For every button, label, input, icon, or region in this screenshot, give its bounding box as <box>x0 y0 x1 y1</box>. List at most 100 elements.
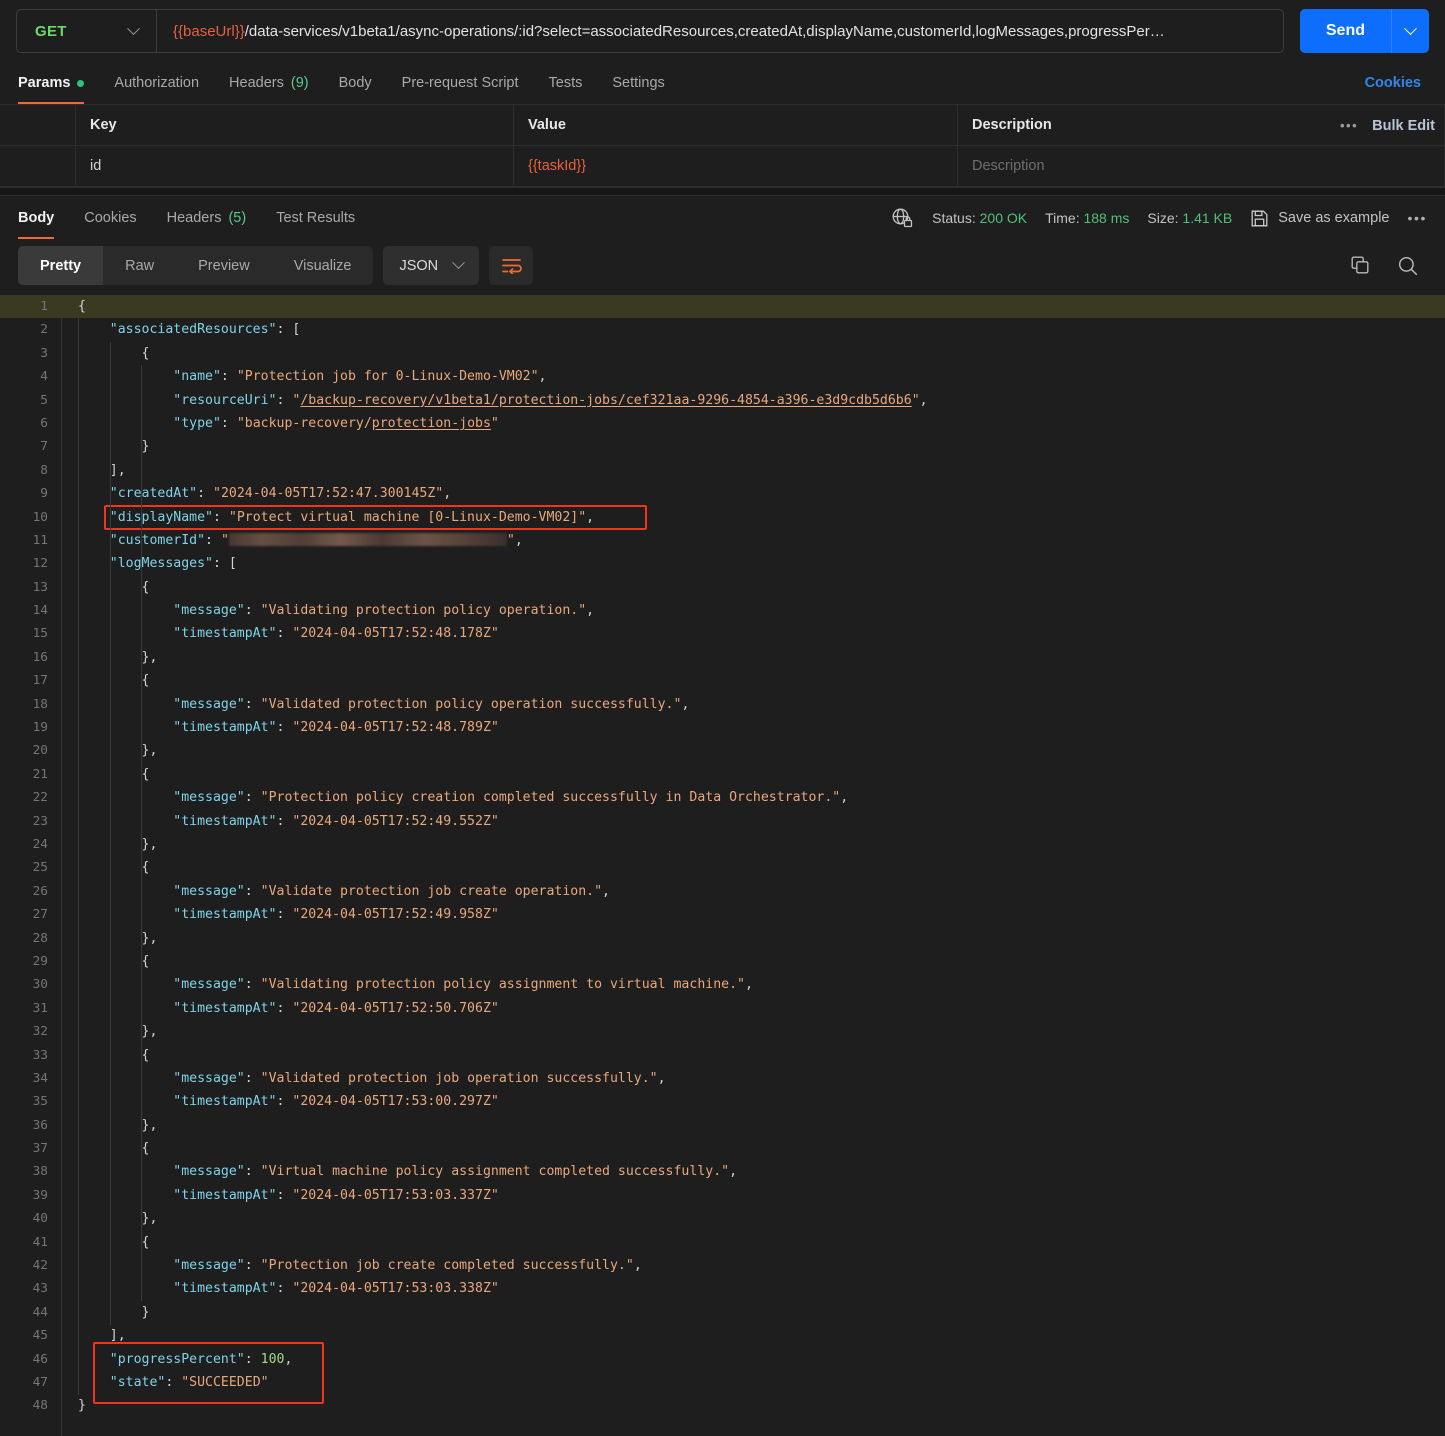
code-line: 37 { <box>0 1137 1445 1160</box>
code-token: "progressPercent" <box>109 1351 245 1367</box>
code-token: "associatedResources" <box>109 322 277 338</box>
search-icon[interactable] <box>1397 255 1419 277</box>
code-line: 32 }, <box>0 1020 1445 1043</box>
response-tab-headers[interactable]: Headers (5) <box>167 197 247 239</box>
code-line: 31 "timestampAt": "2024-04-05T17:52:50.7… <box>0 997 1445 1020</box>
code-token: "2024-04-05T17:52:49.958Z" <box>292 907 499 923</box>
view-mode-visualize[interactable]: Visualize <box>272 246 374 285</box>
code-token: : <box>220 369 237 385</box>
http-method-label: GET <box>35 22 67 40</box>
tab-authorization[interactable]: Authorization <box>114 62 199 104</box>
code-token: , <box>919 392 928 408</box>
more-options-icon[interactable]: ••• <box>1340 118 1358 133</box>
line-number: 41 <box>32 1234 48 1250</box>
line-number: 3 <box>40 345 48 361</box>
line-number: 45 <box>32 1328 48 1344</box>
tab-body[interactable]: Body <box>339 62 372 104</box>
chevron-down-icon <box>127 21 140 35</box>
code-token: "state" <box>109 1374 166 1390</box>
response-tab-body[interactable]: Body <box>18 197 55 239</box>
code-line-content: "timestampAt": "2024-04-05T17:52:50.706Z… <box>61 997 499 1020</box>
code-token: "SUCCEEDED" <box>181 1374 269 1390</box>
view-mode-preview[interactable]: Preview <box>176 246 272 285</box>
param-value-input[interactable]: {{taskId}} <box>514 146 958 186</box>
code-token: { <box>141 579 150 595</box>
response-format-select[interactable]: JSON <box>383 246 480 285</box>
code-line-content: { <box>61 669 150 692</box>
code-line-content: } <box>61 435 150 458</box>
view-mode-raw[interactable]: Raw <box>103 246 176 285</box>
line-number: 1 <box>40 299 48 314</box>
tab-headers-label: Headers <box>229 75 284 91</box>
response-tab-cookies[interactable]: Cookies <box>84 197 136 239</box>
response-tab-bar: Body Cookies Headers (5) Test Results St… <box>0 196 1445 240</box>
code-token: "Validated protection policy operation s… <box>260 696 682 712</box>
code-token: : <box>276 813 293 829</box>
code-token: ], <box>109 462 126 478</box>
code-token: : <box>165 1374 182 1390</box>
code-token: : <box>276 1281 293 1297</box>
redacted-value <box>228 532 507 546</box>
view-mode-pretty[interactable]: Pretty <box>18 246 104 285</box>
cookies-link[interactable]: Cookies <box>1365 75 1427 91</box>
code-token: : <box>244 977 261 993</box>
code-token: : <box>244 1351 261 1367</box>
select-all-checkbox-cell[interactable] <box>0 105 76 145</box>
send-options-button[interactable] <box>1391 9 1429 53</box>
response-body-editor[interactable]: 1{2 "associatedResources": [3 {4 "name":… <box>0 295 1445 1436</box>
code-token: "2024-04-05T17:52:50.706Z" <box>292 1000 499 1016</box>
line-number: 9 <box>40 486 48 502</box>
line-number: 46 <box>32 1351 48 1367</box>
bulk-edit-button[interactable]: Bulk Edit <box>1372 118 1435 134</box>
copy-icon[interactable] <box>1350 255 1371 276</box>
tab-params-label: Params <box>18 75 71 91</box>
code-line-content: { <box>61 295 86 318</box>
param-key-input[interactable]: id <box>76 146 514 186</box>
code-token: "timestampAt" <box>173 1187 277 1203</box>
tab-pre-request-script[interactable]: Pre-request Script <box>402 62 519 104</box>
code-line: 25 { <box>0 856 1445 879</box>
http-method-select[interactable]: GET <box>17 10 157 52</box>
line-number: 5 <box>40 392 48 408</box>
wrap-lines-button[interactable] <box>489 246 534 285</box>
url-input[interactable]: {{baseUrl}}/data-services/v1beta1/async-… <box>157 10 1283 52</box>
code-token: }, <box>141 1211 158 1227</box>
more-options-icon[interactable]: ••• <box>1407 210 1427 226</box>
code-line: 26 "message": "Validate protection job c… <box>0 880 1445 903</box>
pane-divider[interactable] <box>0 187 1445 196</box>
response-tab-test-results[interactable]: Test Results <box>276 197 355 239</box>
send-button[interactable]: Send <box>1299 9 1391 53</box>
tab-settings-label: Settings <box>612 75 665 91</box>
line-number: 35 <box>32 1094 48 1110</box>
param-description-input[interactable]: Description <box>958 146 1445 186</box>
tab-tests[interactable]: Tests <box>549 62 583 104</box>
save-as-example-label: Save as example <box>1278 210 1390 226</box>
tab-headers[interactable]: Headers (9) <box>229 62 309 104</box>
code-line-content: "message": "Virtual machine policy assig… <box>61 1160 737 1183</box>
code-line: 45 ], <box>0 1324 1445 1347</box>
line-number: 44 <box>32 1304 48 1320</box>
globe-lock-icon <box>890 206 914 230</box>
code-token: { <box>141 673 150 689</box>
indent-guide <box>78 318 79 1395</box>
params-modified-dot-icon <box>77 79 85 87</box>
code-token: " <box>911 392 920 408</box>
code-line-content: "name": "Protection job for 0-Linux-Demo… <box>61 365 546 388</box>
code-line-content: "message": "Validated protection job ope… <box>61 1067 665 1090</box>
save-as-example-button[interactable]: Save as example <box>1250 209 1389 228</box>
code-line: 44 } <box>0 1301 1445 1324</box>
response-tab-body-label: Body <box>18 210 55 226</box>
code-line-content: "timestampAt": "2024-04-05T17:52:49.958Z… <box>61 903 499 926</box>
code-line-content: "logMessages": [ <box>61 552 237 575</box>
url-base-variable: {{baseUrl}} <box>173 22 245 40</box>
code-token: "message" <box>173 790 245 806</box>
row-checkbox-cell[interactable] <box>0 146 76 186</box>
code-token: }, <box>141 1024 158 1040</box>
tab-params[interactable]: Params <box>18 62 85 104</box>
code-line-content: "message": "Protection policy creation c… <box>61 786 848 809</box>
tab-settings[interactable]: Settings <box>612 62 664 104</box>
line-number: 36 <box>32 1117 48 1133</box>
tab-pre-request-script-label: Pre-request Script <box>401 75 519 91</box>
code-token: "message" <box>173 1258 245 1274</box>
line-number: 11 <box>32 532 48 548</box>
